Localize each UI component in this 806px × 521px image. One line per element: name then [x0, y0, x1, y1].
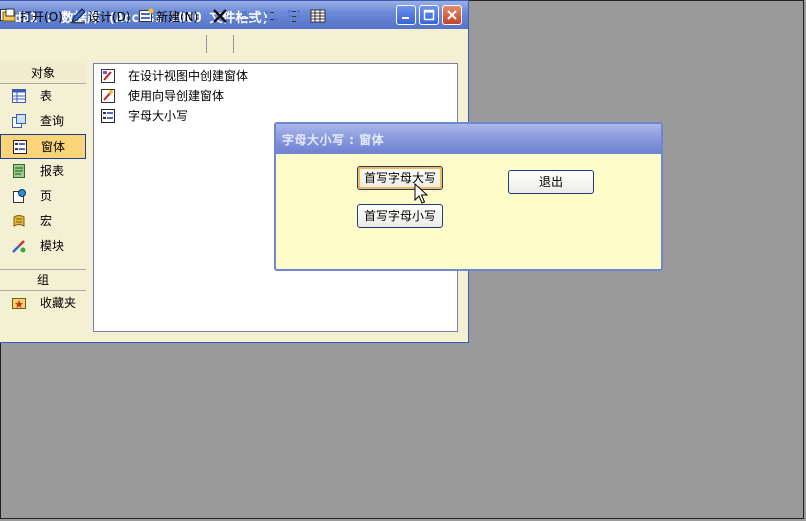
object-label: 表	[40, 89, 53, 103]
small-icons-button[interactable]	[264, 7, 282, 25]
delete-button[interactable]	[212, 7, 230, 25]
delete-icon	[213, 9, 227, 23]
list-item-label: 字母大小写	[128, 109, 189, 123]
object-label: 报表	[40, 164, 65, 178]
wizard-icon	[101, 89, 115, 103]
maximize-button[interactable]	[419, 5, 439, 25]
object-macros[interactable]: 宏	[0, 209, 86, 234]
capitalize-first-upper-button[interactable]: 首写字母大写	[357, 166, 443, 190]
form-window-title: 字母大小写 : 窗体	[282, 133, 385, 147]
details-view-button[interactable]	[310, 7, 328, 25]
table-icon	[12, 89, 26, 103]
macro-icon	[13, 215, 25, 227]
object-modules[interactable]: 模块	[0, 234, 86, 259]
list-item-label: 使用向导创建窗体	[128, 89, 225, 103]
maximize-icon	[423, 9, 435, 21]
minimize-button[interactable]	[396, 5, 416, 25]
report-icon	[13, 164, 25, 178]
object-forms[interactable]: 窗体	[0, 134, 86, 159]
form-icon	[101, 109, 115, 123]
capitalize-first-lower-button[interactable]: 首写字母小写	[357, 204, 443, 228]
query-icon	[12, 114, 26, 128]
large-icons-button[interactable]	[240, 7, 258, 25]
minimize-icon	[402, 17, 409, 19]
list-item-create-wizard[interactable]: 使用向导创建窗体	[94, 86, 457, 106]
list-item-label: 在设计视图中创建窗体	[128, 69, 249, 83]
new-label: 新建(N)	[156, 9, 199, 24]
toolbar-separator	[233, 35, 234, 53]
list-view-icon	[288, 10, 300, 23]
open-label: 打开(O)	[20, 9, 63, 24]
group-label: 收藏夹	[40, 296, 77, 310]
object-label: 查询	[40, 114, 65, 128]
design-icon	[71, 8, 86, 24]
mouse-cursor-icon	[414, 183, 428, 204]
form-icon	[13, 140, 27, 154]
open-button[interactable]: 打开(O)	[2, 7, 63, 25]
new-button[interactable]: 新建(N)	[138, 7, 198, 25]
exit-button[interactable]: 退出	[508, 170, 594, 194]
large-icons-icon	[242, 11, 254, 21]
objects-pane: 对象 表 查询 窗体 报表 页 宏 模块 组 收藏夹	[0, 63, 86, 333]
object-tables[interactable]: 表	[0, 84, 86, 109]
new-form-icon	[139, 8, 154, 22]
object-queries[interactable]: 查询	[0, 109, 86, 134]
design-wizard-icon	[101, 69, 115, 83]
form-title-bar[interactable]: 字母大小写 : 窗体	[276, 124, 661, 154]
object-label: 页	[40, 189, 53, 203]
form-window: 字母大小写 : 窗体 首写字母大写 首写字母小写 退出	[274, 122, 663, 271]
details-view-icon	[310, 9, 326, 23]
close-icon	[447, 10, 457, 20]
list-item-create-design[interactable]: 在设计视图中创建窗体	[94, 66, 457, 86]
object-label: 宏	[40, 214, 53, 228]
object-reports[interactable]: 报表	[0, 159, 86, 184]
design-button[interactable]: 设计(D)	[70, 7, 131, 25]
list-view-button[interactable]	[287, 7, 305, 25]
groups-header: 组	[0, 269, 86, 291]
design-label: 设计(D)	[88, 9, 131, 24]
close-button[interactable]	[442, 5, 462, 25]
object-pages[interactable]: 页	[0, 184, 86, 209]
object-label: 窗体	[41, 140, 66, 154]
objects-header: 对象	[0, 63, 86, 84]
module-icon	[12, 240, 26, 253]
object-label: 模块	[40, 239, 65, 253]
favorites-icon	[12, 298, 26, 309]
group-favorites[interactable]: 收藏夹	[0, 291, 86, 316]
small-icons-icon	[265, 11, 278, 21]
open-icon	[2, 8, 16, 22]
toolbar-separator	[206, 35, 207, 53]
page-icon	[13, 189, 26, 203]
